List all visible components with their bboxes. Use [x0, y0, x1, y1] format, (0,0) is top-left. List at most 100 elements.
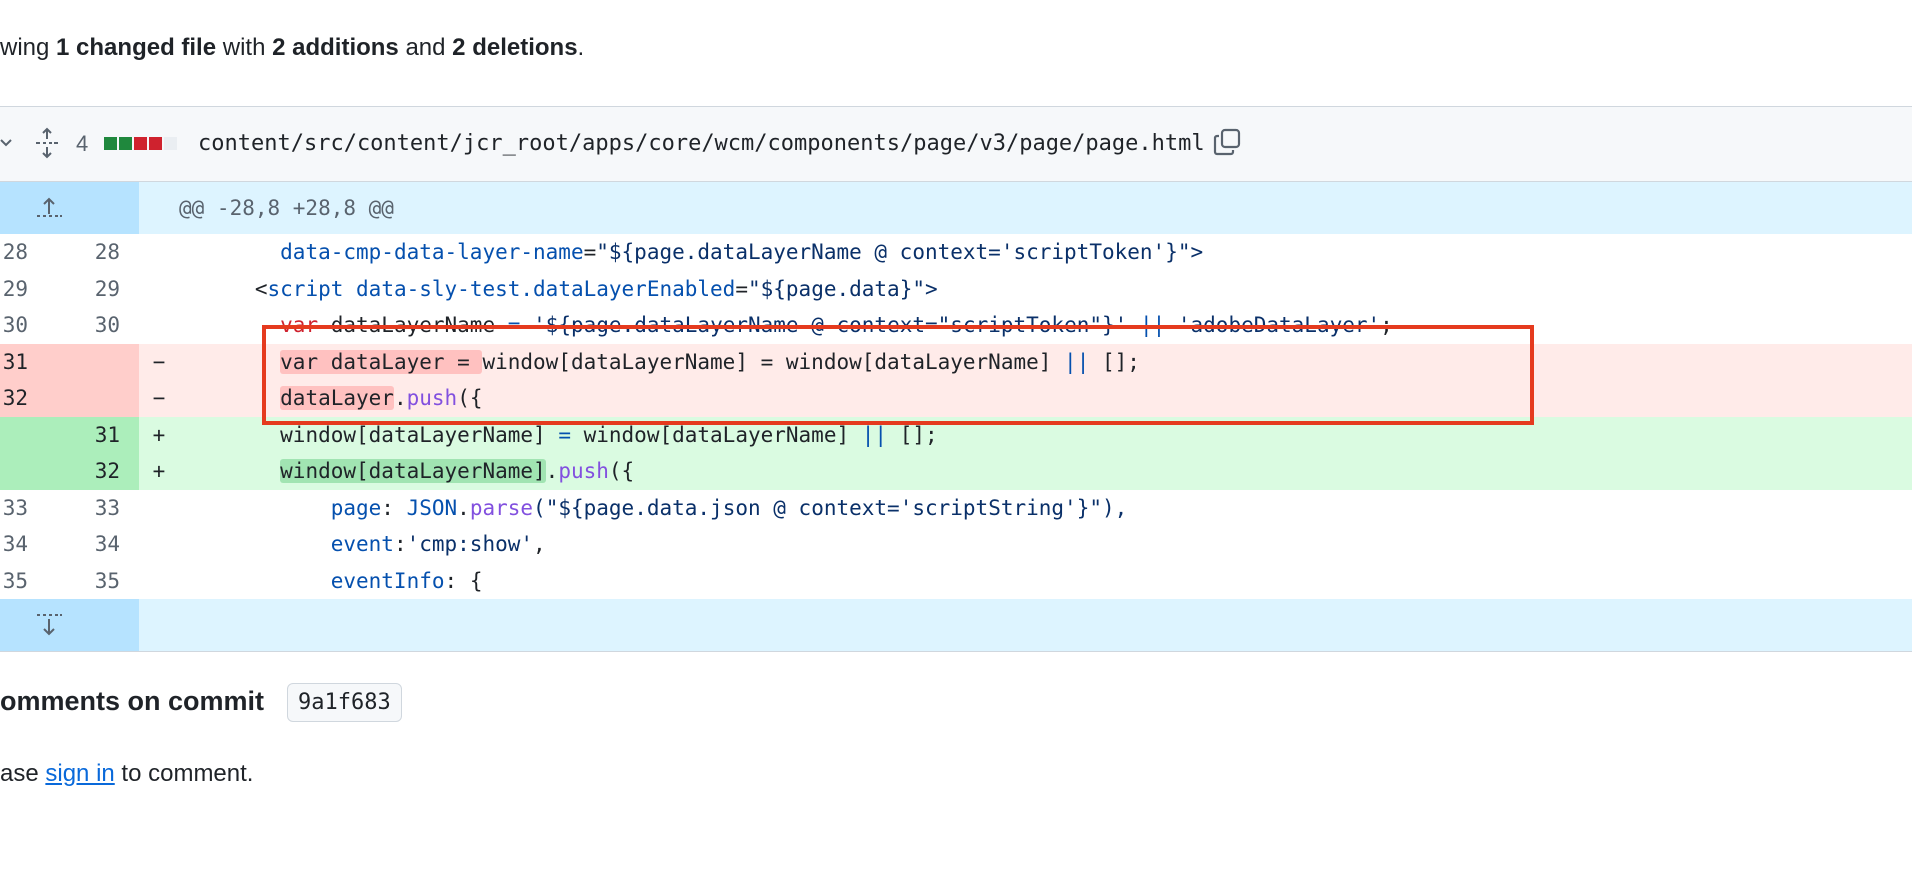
code-line: eventInfo: {	[179, 563, 1912, 600]
code-line: event:'cmp:show',	[179, 526, 1912, 563]
new-line-number[interactable]: 34	[30, 526, 120, 563]
diff-line-deleted: 31 − var dataLayer = window[dataLayerNam…	[0, 343, 1912, 381]
new-line-number[interactable]: 29	[30, 270, 120, 307]
hunk-header: @@ -28,8 +28,8 @@	[0, 182, 1912, 234]
code-text: window[dataLayerName]	[280, 422, 559, 447]
new-line-number[interactable]	[30, 343, 120, 380]
code-op: ||	[1127, 313, 1178, 337]
old-line-number[interactable]: 31	[0, 343, 30, 380]
gutter-spacer	[120, 526, 139, 563]
code-op: =	[583, 240, 597, 264]
deleted-highlight: var dataLayer =	[280, 349, 483, 374]
old-line-number[interactable]: 30	[0, 307, 30, 344]
new-line-number[interactable]: 28	[30, 234, 120, 271]
code-op: ,	[533, 532, 546, 556]
code-line: window[dataLayerName].push({	[179, 453, 1912, 490]
diffstat-block	[104, 137, 117, 150]
old-line-number[interactable]: 32	[0, 380, 30, 417]
code-op: :	[381, 495, 407, 520]
chevron-down-icon[interactable]	[0, 133, 14, 156]
code-string: '${page.dataLayerName @ context="scriptT…	[533, 313, 1128, 337]
old-line-number[interactable]: 34	[0, 526, 30, 563]
code-tag: script	[267, 276, 344, 301]
sign-in-link[interactable]: sign in	[45, 760, 114, 787]
gutter-spacer	[120, 453, 139, 490]
diff-line: 33 33 page: JSON.parse("${page.data.json…	[0, 489, 1912, 527]
line-sign: −	[152, 386, 166, 410]
new-line-number[interactable]: 32	[30, 453, 120, 490]
old-line-number[interactable]: 35	[0, 562, 30, 599]
expand-spacer	[139, 599, 1912, 651]
code-op: =	[735, 276, 748, 301]
copy-icon[interactable]	[1212, 127, 1242, 162]
code-op: ;	[1380, 313, 1393, 337]
code-string: 'adobeDataLayer'	[1177, 313, 1381, 337]
diffstat-block	[119, 137, 132, 150]
file-path[interactable]: content/src/content/jcr_root/apps/core/w…	[198, 131, 1205, 156]
code-op: ||	[861, 422, 888, 447]
code-line: var dataLayer = window[dataLayerName] = …	[179, 344, 1912, 381]
gutter-spacer	[120, 307, 139, 344]
new-line-number[interactable]: 31	[30, 416, 120, 453]
code-op: =	[558, 422, 571, 447]
gutter-spacer	[120, 416, 139, 453]
sign-in-prefix: ase	[0, 760, 46, 787]
changed-files-count: 1 changed file	[56, 34, 217, 61]
commit-sha-chip[interactable]: 9a1f683	[287, 683, 402, 722]
gutter-spacer	[120, 489, 139, 526]
code-key: page	[330, 495, 382, 520]
new-line-number[interactable]: 35	[30, 562, 120, 599]
old-line-number[interactable]	[0, 453, 30, 490]
code-text: ({	[608, 459, 635, 483]
new-line-number[interactable]	[30, 380, 120, 417]
code-op: =	[507, 313, 521, 337]
line-sign: −	[152, 349, 166, 374]
code-text: ({	[457, 386, 483, 410]
new-line-number[interactable]: 33	[30, 489, 120, 526]
new-line-number[interactable]: 30	[30, 307, 120, 344]
code-function: push	[406, 386, 458, 410]
diff-line: 28 28 data-cmp-data-layer-name="${page.d…	[0, 234, 1912, 271]
sign-in-prompt: ase sign in to comment.	[0, 760, 253, 788]
code-op: .	[457, 495, 470, 520]
additions-count: 2 additions	[272, 34, 399, 61]
code-text: window[dataLayerName]	[570, 422, 862, 447]
diff-line-deleted: 32 − dataLayer.push({	[0, 380, 1912, 417]
code-text: window[dataLayerName] = window[dataLayer…	[482, 349, 1065, 374]
diff-line-added: 32 + window[dataLayerName].push({	[0, 453, 1912, 490]
expand-up-button[interactable]	[0, 182, 139, 234]
gutter-spacer	[120, 270, 139, 307]
old-line-number[interactable]: 33	[0, 489, 30, 526]
code-op: .	[393, 386, 407, 410]
sign-in-suffix: to comment.	[114, 760, 254, 787]
expand-footer	[0, 599, 1912, 652]
code-line: var dataLayerName = '${page.dataLayerNam…	[179, 307, 1912, 344]
line-sign: +	[152, 422, 166, 447]
code-function: parse	[469, 495, 534, 520]
code-key: event	[330, 532, 394, 556]
file-header: 4 content/src/content/jcr_root/apps/core…	[0, 106, 1912, 182]
expand-up-icon	[35, 194, 63, 224]
code-op: .	[545, 459, 559, 483]
old-line-number[interactable]: 28	[0, 234, 30, 271]
diff-summary: wing 1 changed file with 2 additions and…	[0, 34, 585, 61]
old-line-number[interactable]: 29	[0, 270, 30, 307]
diff-line-added: 31 + window[dataLayerName] = window[data…	[0, 416, 1912, 453]
expand-down-button[interactable]	[0, 599, 139, 651]
line-sign	[139, 234, 179, 271]
code-identifier: dataLayerName	[318, 313, 508, 337]
gutter-spacer	[120, 234, 139, 271]
diffstat-block	[164, 137, 177, 150]
unfold-icon[interactable]	[34, 127, 60, 164]
diffstat-block	[149, 137, 162, 150]
code-line: page: JSON.parse("${page.data.json @ con…	[179, 490, 1912, 527]
old-line-number[interactable]	[0, 416, 30, 453]
